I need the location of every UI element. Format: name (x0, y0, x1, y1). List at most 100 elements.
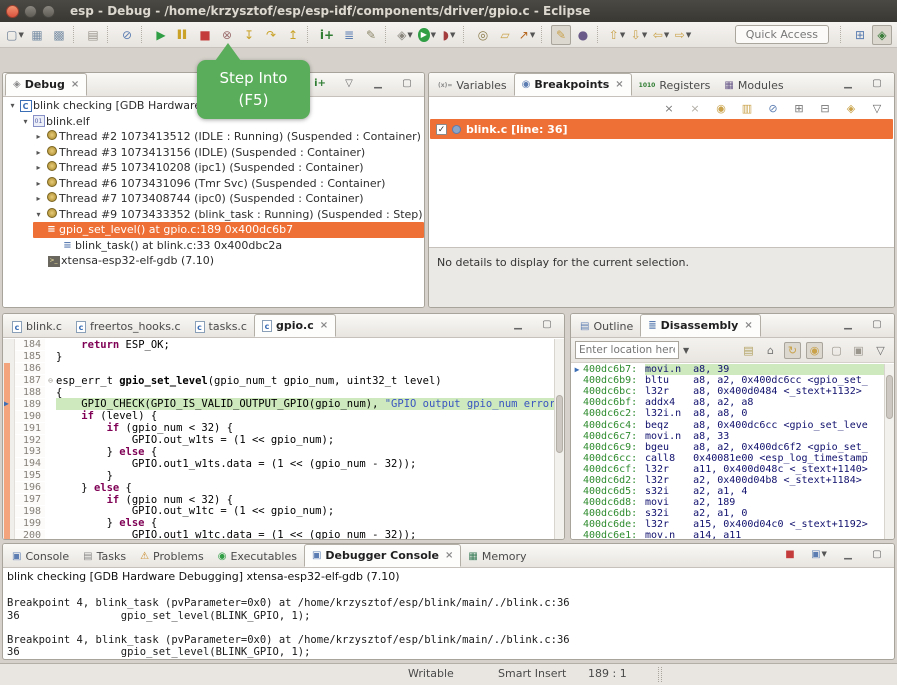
editor-line[interactable]: 196 } else { (3, 482, 554, 494)
tab-problems[interactable]: ⚠Problems (133, 546, 211, 567)
debug-tree-item[interactable]: ≡blink_task() at blink.c:33 0x400dbc2a (3, 238, 424, 254)
skip-all-breakpoints-button[interactable]: ⊘ (765, 100, 781, 116)
maximize-button[interactable]: ▢ (867, 314, 887, 334)
editor-line[interactable]: 190 if (level) { (3, 410, 554, 422)
sync-context-button[interactable]: ◉ (806, 342, 823, 359)
instruction-stepping-mode-button[interactable]: i+ (310, 73, 330, 93)
editor-annotation-ruler[interactable] (3, 458, 15, 470)
show-source-button[interactable]: ▤ (740, 342, 757, 359)
step-over-button[interactable]: ↷ (261, 25, 281, 45)
expand-all-button[interactable]: ⊞ (791, 100, 807, 116)
back-history-button[interactable]: ⇦▼ (651, 25, 671, 45)
open-resource-button[interactable]: ▱ (495, 25, 515, 45)
editor-scrollbar-thumb[interactable] (556, 395, 563, 453)
new-view-button[interactable]: ▢ (828, 342, 845, 359)
minimize-button[interactable]: ▁ (838, 314, 858, 334)
show-debug-columns-button[interactable]: ≣ (339, 25, 359, 45)
search-button[interactable]: ◎ (473, 25, 493, 45)
editor-annotation-ruler[interactable] (3, 339, 15, 351)
quick-access-box[interactable]: Quick Access (735, 25, 829, 44)
goto-breakpoint-file-button[interactable]: ▥ (739, 100, 755, 116)
maximize-button[interactable]: ▢ (397, 73, 417, 93)
run-button[interactable]: ▶▼ (417, 25, 437, 45)
editor-line[interactable]: 184 return ESP_OK; (3, 339, 554, 351)
editor-annotation-ruler[interactable] (3, 375, 15, 387)
editor-scrollbar[interactable] (554, 339, 564, 539)
maximize-button[interactable]: ▢ (537, 314, 557, 334)
tab-memory[interactable]: ▦Memory (461, 546, 533, 567)
tab-registers[interactable]: 1010Registers (632, 75, 718, 96)
disassembly-line[interactable]: 400dc6c7:movi.n a8, 33 (571, 431, 884, 442)
editor-line[interactable]: 187⊖esp_err_t gpio_set_level(gpio_num_t … (3, 375, 554, 387)
instruction-stepping-button[interactable]: i+ (317, 25, 337, 45)
forward-history-button[interactable]: ⇨▼ (673, 25, 693, 45)
breakpoint-checkbox[interactable]: ✓ (436, 124, 447, 135)
disassembly-line[interactable]: 400dc6d5:s32i a2, a1, 4 (571, 486, 884, 497)
tab-tasks.c[interactable]: ctasks.c (188, 316, 254, 337)
remove-breakpoint-button[interactable]: × (661, 100, 677, 116)
tab-close-icon[interactable]: × (445, 550, 453, 561)
debug-tree-item[interactable]: ▸Thread #3 1073413156 (IDLE) (Suspended … (3, 145, 424, 161)
tree-expander-icon[interactable]: ▾ (33, 210, 44, 219)
editor-annotation-ruler[interactable] (3, 529, 15, 539)
editor-line[interactable]: 191 if (gpio_num < 32) { (3, 422, 554, 434)
tree-expander-icon[interactable]: ▸ (33, 132, 44, 141)
editor-line[interactable]: 185} (3, 351, 554, 363)
link-with-debug-view-button[interactable]: ◈ (843, 100, 859, 116)
terminate-button[interactable]: ■ (195, 25, 215, 45)
view-menu-button[interactable]: ▽ (869, 100, 885, 116)
disassembly-listing[interactable]: ▶400dc6b7:movi.n a8, 39400dc6b9:bltu a8,… (571, 364, 884, 539)
tab-console[interactable]: ▣Console (5, 546, 76, 567)
refresh-button[interactable]: ↻ (784, 342, 801, 359)
minimize-button[interactable]: ▁ (368, 73, 388, 93)
disassembly-line[interactable]: 400dc6c2:l32i.n a8, a8, 0 (571, 408, 884, 419)
tab-close-icon[interactable]: × (744, 320, 752, 331)
tab-modules[interactable]: ▦Modules (717, 75, 790, 96)
disassembly-line[interactable]: 400dc6c9:bgeu a8, a2, 0x400dc6f2 <gpio_s… (571, 442, 884, 453)
tree-expander-icon[interactable]: ▾ (20, 117, 31, 126)
code-editor[interactable]: 184 return ESP_OK;185}186187⊖esp_err_t g… (3, 339, 554, 539)
editor-annotation-ruler[interactable] (3, 422, 15, 434)
editor-line[interactable]: 200 GPIO.out1_w1tc.data = (1 << (gpio_nu… (3, 529, 554, 539)
location-dropdown-icon[interactable]: ▼ (683, 346, 689, 355)
view-menu-button[interactable]: ▽ (339, 73, 359, 93)
terminate-console-button[interactable]: ■ (780, 544, 800, 564)
debug-tree-item[interactable]: ≡gpio_set_level() at gpio.c:189 0x400dc6… (3, 222, 424, 238)
open-declaration-button[interactable]: ● (573, 25, 593, 45)
debug-tree-item[interactable]: ▸Thread #2 1073413512 (IDLE : Running) (… (3, 129, 424, 145)
tree-expander-icon[interactable]: ▸ (33, 194, 44, 203)
resume-button[interactable]: ▶ (151, 25, 171, 45)
fold-marker-icon[interactable]: ⊖ (45, 376, 56, 385)
editor-line[interactable]: ▶189 GPIO_CHECK(GPIO_IS_VALID_OUTPUT_GPI… (3, 398, 554, 410)
tab-debug[interactable]: ◈Debug× (5, 73, 87, 96)
disassembly-line[interactable]: 400dc6d8:movi a2, 189 (571, 497, 884, 508)
tree-expander-icon[interactable]: ▾ (7, 101, 18, 110)
editor-line[interactable]: 198 GPIO.out_w1tc = (1 << gpio_num); (3, 505, 554, 517)
debug-tree-item[interactable]: ▾Thread #9 1073433352 (blink_task : Runn… (3, 207, 424, 223)
breakpoint-item[interactable]: ✓ blink.c [line: 36] (430, 119, 893, 139)
step-return-button[interactable]: ↥ (283, 25, 303, 45)
previous-annotation-button[interactable]: ⇧▼ (607, 25, 627, 45)
tab-gpio.c[interactable]: cgpio.c× (254, 314, 336, 337)
tab-outline[interactable]: ▤Outline (573, 316, 640, 337)
tab-close-icon[interactable]: × (615, 79, 623, 90)
debug-tree-item[interactable]: ▸Thread #6 1073431096 (Tmr Svc) (Suspend… (3, 176, 424, 192)
minimize-button[interactable]: ▁ (838, 73, 858, 93)
disassembly-scrollbar[interactable] (884, 364, 894, 539)
pin-button[interactable]: ▣ (850, 342, 867, 359)
debug-tree-item[interactable]: ▸Thread #5 1073410208 (ipc1) (Suspended … (3, 160, 424, 176)
editor-annotation-ruler[interactable] (3, 410, 15, 422)
new-wizard-button[interactable]: ▢▼ (5, 25, 25, 45)
display-selected-console-button[interactable]: ▣▼ (809, 544, 829, 564)
editor-line[interactable]: 199 } else { (3, 517, 554, 529)
disassembly-line[interactable]: 400dc6db:s32i a2, a1, 0 (571, 508, 884, 519)
suspend-button[interactable]: ▌▌ (173, 25, 193, 45)
skip-all-breakpoints-button[interactable]: ⊘ (117, 25, 137, 45)
tree-expander-icon[interactable]: ▸ (33, 179, 44, 188)
home-button[interactable]: ⌂ (762, 342, 779, 359)
build-button[interactable]: ▤ (83, 25, 103, 45)
disassembly-line[interactable]: ▶400dc6b7:movi.n a8, 39 (571, 364, 884, 375)
disassembly-line[interactable]: 400dc6e1:mov.n a14, a11 (571, 530, 884, 539)
debug-perspective-button[interactable]: ◈ (872, 25, 892, 45)
tab-executables[interactable]: ◉Executables (211, 546, 304, 567)
